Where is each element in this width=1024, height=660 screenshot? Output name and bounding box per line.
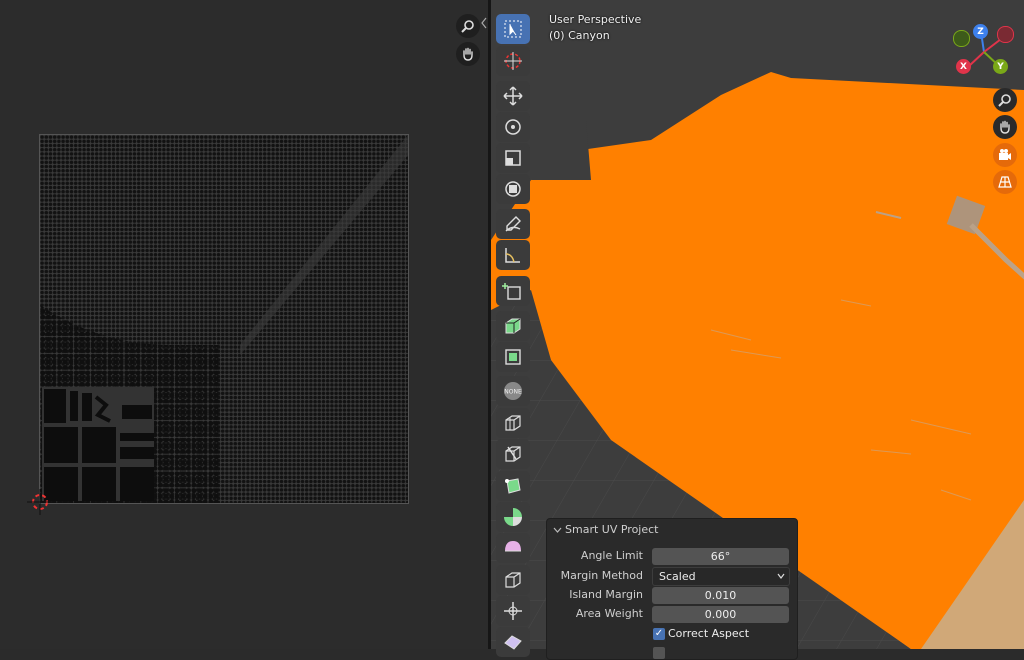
angle-limit-label: Angle Limit <box>580 549 643 562</box>
camera-view-icon[interactable] <box>993 143 1017 167</box>
panel-title[interactable]: Smart UV Project <box>565 523 658 536</box>
gizmo-neg-y-axis[interactable] <box>953 30 970 47</box>
none-tool[interactable]: NONE <box>496 376 530 406</box>
spin-tool[interactable] <box>496 502 530 532</box>
measure-tool[interactable] <box>496 240 530 270</box>
smooth-tool[interactable] <box>496 533 530 563</box>
loop-cut-tool[interactable] <box>496 408 530 438</box>
correct-aspect-label[interactable]: Correct Aspect <box>668 627 749 640</box>
viewport-mode-label: User Perspective <box>549 13 642 26</box>
margin-method-label: Margin Method <box>560 569 643 582</box>
correct-aspect-checkbox[interactable]: ✓ <box>653 628 665 640</box>
shear-tool[interactable] <box>496 627 530 657</box>
gizmo-neg-x-axis[interactable] <box>997 26 1014 43</box>
zoom-icon[interactable] <box>456 14 480 38</box>
smart-uv-project-panel: Smart UV Project Angle Limit 66° Margin … <box>546 518 798 660</box>
zoom-icon[interactable] <box>993 88 1017 112</box>
rotate-tool[interactable] <box>496 112 530 142</box>
shrink-fatten-tool[interactable] <box>496 596 530 626</box>
move-tool[interactable] <box>496 81 530 111</box>
none-badge-label: NONE <box>504 389 522 396</box>
add-cube-tool[interactable] <box>496 276 530 306</box>
annotate-tool[interactable] <box>496 209 530 239</box>
area-weight-label: Area Weight <box>575 607 643 620</box>
gizmo-z-axis[interactable]: Z <box>973 24 988 39</box>
hand-pan-icon[interactable] <box>993 115 1017 139</box>
chevron-down-icon[interactable] <box>553 526 562 534</box>
area-weight-field[interactable]: 0.000 <box>652 606 789 623</box>
poly-build-tool[interactable] <box>496 471 530 501</box>
margin-method-value: Scaled <box>659 570 696 583</box>
island-margin-field[interactable]: 0.010 <box>652 587 789 604</box>
uv-editor[interactable] <box>0 0 488 649</box>
active-object-label: (0) Canyon <box>549 29 610 42</box>
extrude-region-tool[interactable] <box>496 311 530 341</box>
edge-slide-tool[interactable] <box>496 565 530 595</box>
collapse-arrow-icon[interactable] <box>480 16 488 30</box>
navigation-gizmo[interactable]: Z X Y <box>951 22 1017 80</box>
chevron-down-icon <box>777 573 785 579</box>
2d-cursor-icon[interactable] <box>27 489 53 515</box>
inset-faces-tool[interactable] <box>496 342 530 372</box>
knife-tool[interactable] <box>496 439 530 469</box>
angle-limit-field[interactable]: 66° <box>652 548 789 565</box>
uv-layout-canvas[interactable] <box>39 134 409 504</box>
margin-method-select[interactable]: Scaled <box>652 567 790 586</box>
island-margin-label: Island Margin <box>569 588 643 601</box>
perspective-grid-icon[interactable] <box>993 170 1017 194</box>
select-box-tool[interactable] <box>496 14 530 44</box>
transform-tool[interactable] <box>496 174 530 204</box>
hand-pan-icon[interactable] <box>456 42 480 66</box>
uv-islands <box>40 135 408 503</box>
cursor-tool[interactable] <box>496 46 530 76</box>
gizmo-y-axis[interactable]: Y <box>993 59 1008 74</box>
scale-tool[interactable] <box>496 143 530 173</box>
gizmo-x-axis[interactable]: X <box>956 59 971 74</box>
